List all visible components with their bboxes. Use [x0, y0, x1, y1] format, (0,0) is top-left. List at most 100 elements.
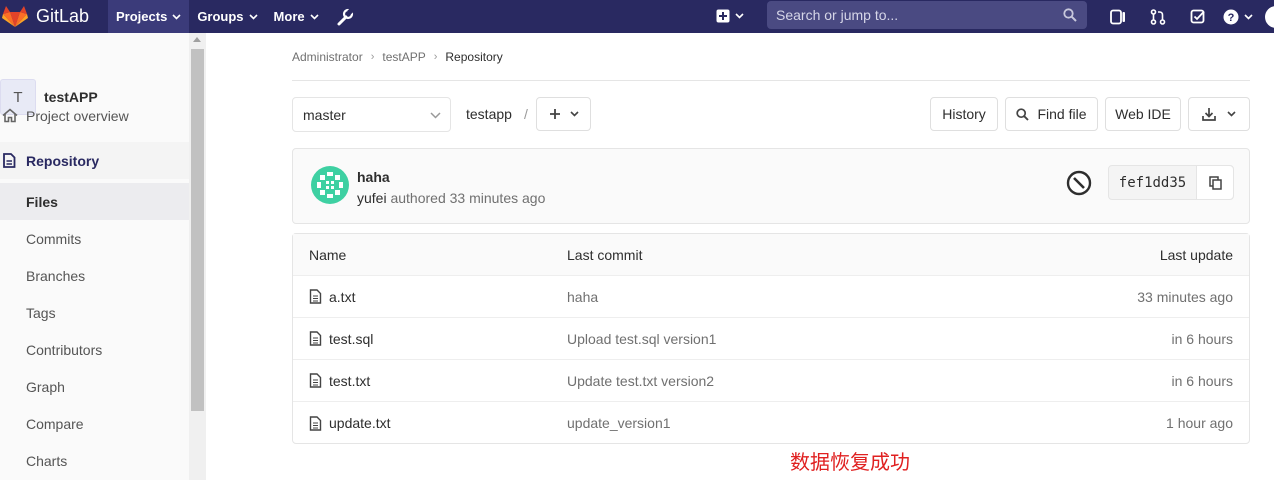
last-commit-link[interactable]: haha	[567, 289, 598, 305]
file-name: test.sql	[329, 330, 374, 347]
sidebar-item-compare[interactable]: Compare	[0, 405, 189, 442]
sidebar-item-contributors[interactable]: Contributors	[0, 331, 189, 368]
add-to-tree-dropdown[interactable]	[536, 97, 591, 131]
commit-sha-group: fef1dd35	[1108, 165, 1234, 200]
avatar	[1265, 5, 1274, 28]
file-name-link[interactable]: update.txt	[309, 415, 391, 431]
nav-projects-label: Projects	[116, 9, 168, 24]
sidebar-item-project-overview[interactable]: Project overview	[0, 97, 189, 134]
sidebar-item-label: Compare	[26, 415, 84, 432]
column-header-last-update: Last update	[1159, 246, 1233, 263]
search-input[interactable]: Search or jump to...	[767, 1, 1087, 29]
help-dropdown[interactable]: ?	[1218, 0, 1258, 33]
file-name-link[interactable]: a.txt	[309, 289, 355, 305]
find-file-label: Find file	[1037, 106, 1087, 122]
table-row: update.txt update_version1 1 hour ago	[293, 402, 1249, 444]
chevron-down-icon	[248, 13, 258, 20]
sidebar-item-repository[interactable]: Repository	[0, 142, 189, 179]
last-commit-panel: haha yufei authored 33 minutes ago fef1d…	[292, 148, 1250, 224]
file-name: update.txt	[329, 415, 391, 431]
branch-select[interactable]: master	[292, 97, 451, 132]
download-icon	[1202, 107, 1216, 121]
file-text-icon	[309, 373, 322, 388]
breadcrumb: Administrator › testAPP › Repository	[292, 50, 503, 64]
sidebar-item-files[interactable]: Files	[0, 183, 189, 220]
admin-wrench-icon[interactable]	[335, 7, 355, 27]
column-header-name: Name	[309, 246, 347, 263]
file-name-link[interactable]: test.txt	[309, 373, 370, 389]
merge-request-icon	[1150, 8, 1166, 25]
breadcrumb-link-project[interactable]: testAPP	[382, 50, 425, 64]
brand-name: GitLab	[36, 6, 90, 26]
sidebar-item-graph[interactable]: Graph	[0, 368, 189, 405]
history-button[interactable]: History	[930, 97, 998, 131]
history-button-label: History	[942, 106, 986, 122]
author-identicon-avatar[interactable]	[311, 166, 349, 204]
breadcrumb-link-administrator[interactable]: Administrator	[292, 50, 363, 64]
breadcrumb-separator-icon: ›	[433, 51, 438, 63]
scrollbar-thumb[interactable]	[191, 49, 204, 411]
issues-button[interactable]	[1098, 0, 1138, 33]
nav-more-dropdown[interactable]: More	[266, 0, 327, 33]
sidebar-scrollbar[interactable]	[189, 33, 206, 480]
table-row: test.txt Update test.txt version2 in 6 h…	[293, 360, 1249, 402]
sidebar-item-commits[interactable]: Commits	[0, 220, 189, 257]
gitlab-home-link[interactable]: GitLab	[0, 0, 108, 33]
last-commit-link[interactable]: update_version1	[567, 415, 671, 431]
path-root-link[interactable]: testapp	[466, 106, 512, 122]
todo-check-icon	[1190, 9, 1205, 23]
download-dropdown[interactable]	[1188, 97, 1250, 131]
repo-path: testapp /	[466, 106, 528, 122]
chevron-down-icon	[1227, 111, 1236, 117]
path-separator: /	[523, 106, 528, 122]
project-sidebar: T testAPP Project overview Repository Fi…	[0, 33, 206, 480]
pipeline-canceled-icon[interactable]	[1066, 170, 1092, 196]
find-file-button[interactable]: Find file	[1005, 97, 1098, 131]
commit-sha-button[interactable]: fef1dd35	[1109, 166, 1197, 199]
svg-text:?: ?	[1228, 12, 1235, 24]
sidebar-item-label: Repository	[26, 152, 100, 169]
chevron-down-icon	[569, 111, 579, 117]
file-name: test.txt	[329, 372, 371, 389]
sidebar-item-label: Graph	[26, 378, 65, 395]
breadcrumb-divider	[292, 80, 1250, 81]
breadcrumb-current[interactable]: Repository	[445, 50, 502, 64]
file-text-icon	[309, 331, 322, 346]
last-commit-link[interactable]: Update test.txt version2	[567, 373, 714, 389]
user-avatar-dropdown[interactable]	[1258, 0, 1274, 33]
nav-groups-dropdown[interactable]: Groups	[189, 0, 265, 33]
file-text-icon	[309, 289, 322, 304]
last-commit-link[interactable]: Upload test.sql version1	[567, 331, 716, 347]
web-ide-button[interactable]: Web IDE	[1105, 97, 1181, 131]
annotation-text: 数据恢复成功	[790, 450, 910, 474]
home-icon	[2, 108, 18, 123]
last-update-time: 1 hour ago	[1166, 415, 1233, 431]
commit-title-link[interactable]: haha	[357, 169, 390, 185]
nav-groups-label: Groups	[197, 9, 244, 24]
last-update-time: in 6 hours	[1171, 330, 1233, 347]
sidebar-item-charts[interactable]: Charts	[0, 442, 189, 479]
merge-requests-button[interactable]	[1138, 0, 1178, 33]
table-row: test.sql Upload test.sql version1 in 6 h…	[293, 318, 1249, 360]
last-update-time: 33 minutes ago	[1137, 288, 1233, 305]
chevron-down-icon	[430, 112, 441, 119]
table-header-row: Name Last commit Last update	[293, 234, 1249, 276]
help-icon: ?	[1223, 9, 1239, 24]
commit-author-link[interactable]: yufei	[357, 190, 387, 206]
commit-meta: yufei authored 33 minutes ago	[357, 190, 545, 206]
nav-projects-dropdown[interactable]: Projects	[108, 0, 190, 33]
new-dropdown-button[interactable]	[716, 5, 744, 27]
copy-sha-button[interactable]	[1197, 166, 1233, 199]
scroll-up-arrow-icon[interactable]	[193, 37, 201, 42]
todos-button[interactable]	[1178, 0, 1218, 33]
sidebar-item-tags[interactable]: Tags	[0, 294, 189, 331]
file-name-link[interactable]: test.sql	[309, 331, 373, 347]
search-placeholder: Search or jump to...	[776, 7, 899, 23]
chevron-down-icon	[735, 13, 744, 19]
sidebar-panel-icon	[1110, 9, 1125, 24]
plus-square-icon	[716, 9, 730, 23]
sidebar-item-label: Project overview	[26, 107, 129, 124]
column-header-last-commit: Last commit	[567, 246, 643, 263]
last-update-time: in 6 hours	[1171, 372, 1233, 389]
sidebar-item-branches[interactable]: Branches	[0, 257, 189, 294]
